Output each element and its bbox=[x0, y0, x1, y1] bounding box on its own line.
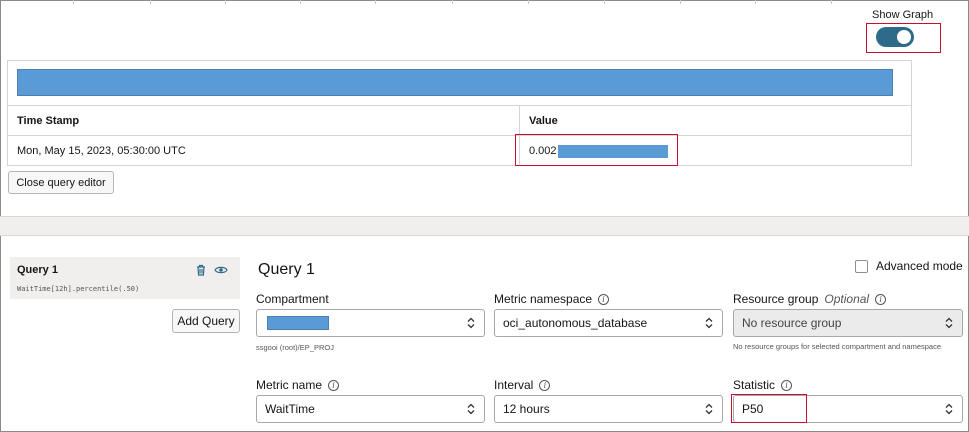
close-query-editor-button[interactable]: Close query editor bbox=[8, 171, 114, 194]
statistic-label: Statistic i bbox=[733, 378, 793, 392]
info-icon[interactable]: i bbox=[598, 293, 610, 305]
query-heading: Query 1 bbox=[258, 261, 315, 278]
up-down-caret-icon bbox=[945, 403, 953, 415]
resource-group-value: No resource group bbox=[742, 316, 842, 330]
compartment-select[interactable] bbox=[256, 309, 485, 337]
top-ruler bbox=[0, 0, 969, 4]
up-down-caret-icon bbox=[467, 403, 475, 415]
table-row: Mon, May 15, 2023, 05:30:00 UTC 0.002 bbox=[8, 136, 911, 166]
metric-namespace-value: oci_autonomous_database bbox=[503, 316, 648, 330]
value-highlight bbox=[515, 134, 678, 166]
show-graph-label: Show Graph bbox=[872, 9, 934, 21]
query-result-panel: Time Stamp Value Mon, May 15, 2023, 05:3… bbox=[7, 60, 912, 166]
interval-value: 12 hours bbox=[503, 402, 550, 416]
info-icon[interactable]: i bbox=[328, 379, 340, 391]
info-icon[interactable]: i bbox=[781, 379, 793, 391]
trash-icon[interactable] bbox=[194, 263, 208, 277]
redacted-compartment bbox=[267, 316, 329, 330]
resource-group-label: Resource group Optional i bbox=[733, 292, 887, 306]
interval-select[interactable]: 12 hours bbox=[494, 395, 723, 423]
up-down-caret-icon bbox=[467, 317, 475, 329]
up-down-caret-icon bbox=[945, 317, 953, 329]
metric-namespace-select[interactable]: oci_autonomous_database bbox=[494, 309, 723, 337]
metric-namespace-label: Metric namespace i bbox=[494, 292, 610, 306]
toggle-highlight bbox=[866, 23, 941, 53]
advanced-mode[interactable]: Advanced mode bbox=[855, 259, 963, 273]
section-divider bbox=[0, 216, 969, 236]
up-down-caret-icon bbox=[705, 403, 713, 415]
advanced-mode-checkbox[interactable] bbox=[855, 259, 868, 273]
advanced-mode-label: Advanced mode bbox=[876, 259, 963, 273]
resource-group-select[interactable]: No resource group bbox=[733, 309, 963, 337]
metric-name-value: WaitTime bbox=[265, 402, 315, 416]
query-expression: WaitTime[12h].percentile(.50) bbox=[17, 285, 140, 293]
statistic-highlight bbox=[731, 394, 807, 423]
compartment-label: Compartment bbox=[256, 292, 329, 306]
eye-icon[interactable] bbox=[214, 263, 228, 277]
up-down-caret-icon bbox=[705, 317, 713, 329]
metric-name-label: Metric name i bbox=[256, 378, 340, 392]
interval-label: Interval i bbox=[494, 378, 551, 392]
info-icon[interactable]: i bbox=[875, 293, 887, 305]
column-header-value: Value bbox=[519, 106, 911, 135]
table-header: Time Stamp Value bbox=[8, 105, 911, 136]
compartment-path: ssgooi (root)/EP_PROJ bbox=[256, 343, 334, 352]
column-header-timestamp: Time Stamp bbox=[17, 114, 80, 127]
metric-name-select[interactable]: WaitTime bbox=[256, 395, 485, 423]
optional-tag: Optional bbox=[824, 292, 870, 306]
cell-timestamp: Mon, May 15, 2023, 05:30:00 UTC bbox=[8, 136, 519, 166]
query-card[interactable]: Query 1 WaitTime[12h].percentile(.50) bbox=[10, 257, 240, 299]
info-icon[interactable]: i bbox=[539, 379, 551, 391]
add-query-button[interactable]: Add Query bbox=[172, 309, 240, 333]
query-card-title: Query 1 bbox=[17, 264, 58, 276]
resource-group-helper: No resource groups for selected compartm… bbox=[733, 342, 942, 351]
redacted-graph-bar bbox=[17, 69, 893, 96]
timestamp-text: Mon, May 15, 2023, 05:30:00 UTC bbox=[17, 145, 186, 157]
